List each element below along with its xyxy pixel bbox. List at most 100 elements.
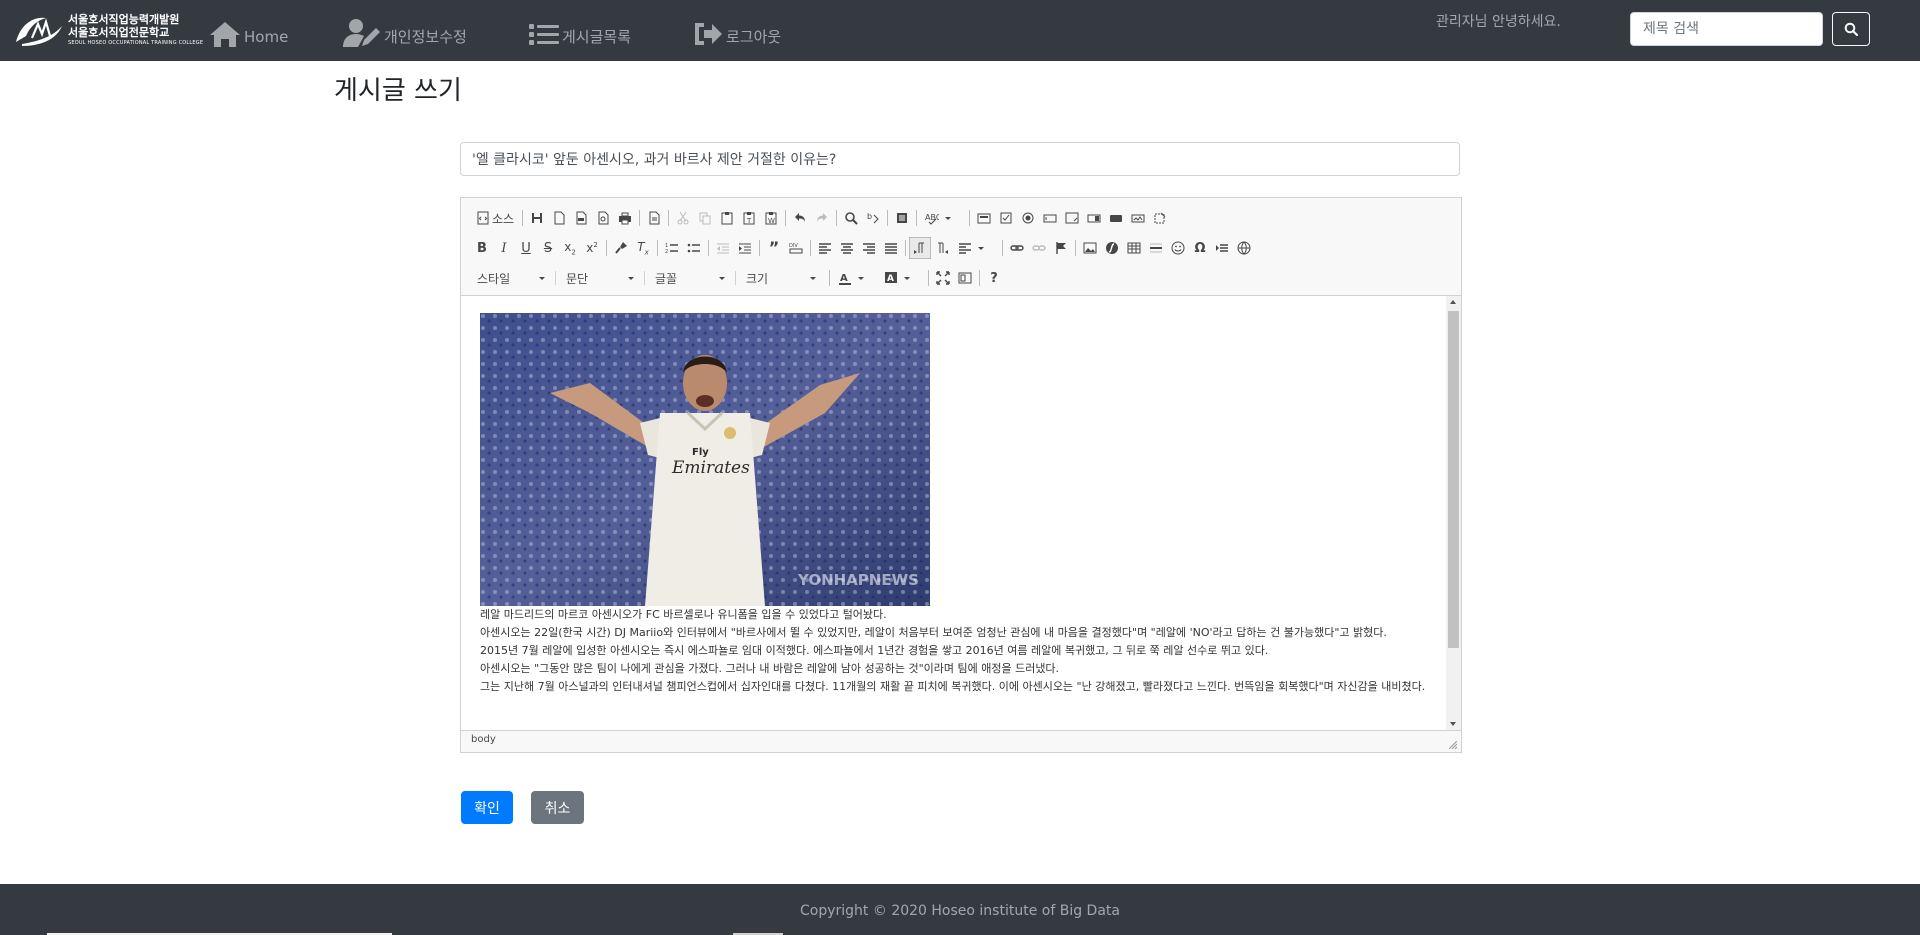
textarea-button[interactable] [1061,207,1083,229]
align-left-button[interactable] [814,237,836,259]
replace-button[interactable]: b [862,207,884,229]
copy-format-button[interactable] [610,237,632,259]
flash-button[interactable] [1101,237,1123,259]
article-photo[interactable]: Emirates Fly YONHAPNEWS [480,313,930,606]
print-button[interactable] [614,207,636,229]
nav-logout[interactable]: 로그아웃 [692,12,781,48]
school-logo[interactable]: 서울호서직업능력개발원 서울호서직업전문학교 SEOUL HOSEO OCCUP… [12,10,203,50]
maximize-button[interactable] [932,267,954,289]
create-div-button[interactable]: DIV [785,237,807,259]
unlink-button[interactable] [1028,237,1050,259]
link-button[interactable] [1006,237,1028,259]
nav-home[interactable]: Home [208,12,288,48]
paintbrush-icon [615,242,627,254]
checkbox-button[interactable] [995,207,1017,229]
underline-button[interactable]: U [515,237,537,259]
outdent-button[interactable] [712,237,734,259]
spellcheck-button[interactable]: ABC [920,207,966,229]
image-button-field-button[interactable] [1127,207,1149,229]
cut-button[interactable] [672,207,694,229]
indent-button[interactable] [734,237,756,259]
text-direction-rtl-button[interactable] [931,237,953,259]
toolbar-separator [928,270,929,286]
search-button[interactable] [1832,12,1870,46]
toolbar-row-2: B I U S x2 x2 Tx 12 ” DIV Ω [471,236,1255,260]
flash-icon [1106,242,1118,254]
text-color-button[interactable]: A [833,267,879,289]
paste-text-icon: T [743,212,755,225]
paste-button[interactable] [716,207,738,229]
font-size-combo[interactable]: 크기 [740,267,822,289]
paste-word-button[interactable]: W [760,207,782,229]
resize-handle-icon[interactable] [1449,741,1457,749]
save-button[interactable] [526,207,548,229]
svg-text:DIV: DIV [789,243,798,249]
special-char-button[interactable]: Ω [1189,237,1211,259]
confirm-button[interactable]: 확인 [461,791,513,824]
templates-button[interactable] [643,207,665,229]
bulleted-list-button[interactable] [683,237,705,259]
copy-button[interactable] [694,207,716,229]
editor-scrollbar[interactable] [1446,296,1461,730]
toolbar-separator [708,240,709,256]
anchor-button[interactable] [1050,237,1072,259]
rtl-icon [938,242,948,254]
element-path[interactable]: body [471,734,496,745]
paragraph-format-combo[interactable]: 문단 [560,267,640,289]
language-button[interactable] [953,237,999,259]
iframe-button[interactable] [1233,237,1255,259]
superscript-button[interactable]: x2 [581,237,603,259]
align-right-button[interactable] [858,237,880,259]
table-button[interactable] [1123,237,1145,259]
scroll-down-arrow-icon[interactable] [1450,722,1456,726]
align-center-button[interactable] [836,237,858,259]
about-button[interactable]: ? [983,267,1005,289]
scroll-up-arrow-icon[interactable] [1450,300,1456,304]
find-icon [845,212,858,225]
nav-post-list-label: 게시글목록 [562,28,632,46]
preview-button[interactable] [592,207,614,229]
button-field-button[interactable] [1105,207,1127,229]
form-button[interactable] [973,207,995,229]
text-field-button[interactable] [1039,207,1061,229]
remove-format-button[interactable]: Tx [632,237,654,259]
numbered-list-button[interactable]: 12 [661,237,683,259]
nav-logout-label: 로그아웃 [726,28,782,46]
scrollbar-thumb[interactable] [1448,311,1459,648]
select-field-button[interactable] [1083,207,1105,229]
smiley-button[interactable] [1167,237,1189,259]
radio-button[interactable] [1017,207,1039,229]
background-color-button[interactable]: A [879,267,925,289]
paste-text-button[interactable]: T [738,207,760,229]
justify-button[interactable] [880,237,902,259]
show-blocks-button[interactable] [954,267,976,289]
cancel-button[interactable]: 취소 [531,791,584,824]
post-title-input[interactable] [460,142,1460,176]
content-paragraph-5: 그는 지난해 7월 아스널과의 인터내셔널 챔피언스컵에서 십자인대를 다쳤다.… [480,680,1426,693]
form-icon [977,213,991,224]
blockquote-button[interactable]: ” [763,237,785,259]
hidden-field-button[interactable] [1149,207,1171,229]
logo-line-1: 서울호서직업능력개발원 [68,13,180,26]
horizontal-rule-button[interactable] [1145,237,1167,259]
redo-button[interactable] [811,207,833,229]
undo-button[interactable] [789,207,811,229]
source-button[interactable]: 소스 [471,207,519,229]
title-search-input[interactable] [1630,12,1823,46]
page-break-button[interactable] [1211,237,1233,259]
editor-content-area[interactable]: Emirates Fly YONHAPNEWS 레알 마드리드의 마르코 아센시… [461,296,1461,730]
find-button[interactable] [840,207,862,229]
new-page-button[interactable] [548,207,570,229]
select-all-button[interactable] [891,207,913,229]
italic-button[interactable]: I [493,237,515,259]
subscript-button[interactable]: x2 [559,237,581,259]
text-direction-ltr-button[interactable] [909,237,931,259]
font-combo[interactable]: 글꼴 [649,267,731,289]
image-button[interactable] [1079,237,1101,259]
nav-profile-edit[interactable]: 개인정보수정 [342,12,467,48]
export-pdf-button[interactable] [570,207,592,229]
bold-button[interactable]: B [471,237,493,259]
strike-button[interactable]: S [537,237,559,259]
nav-post-list[interactable]: 게시글목록 [528,12,631,48]
style-combo[interactable]: 스타일 [471,267,551,289]
